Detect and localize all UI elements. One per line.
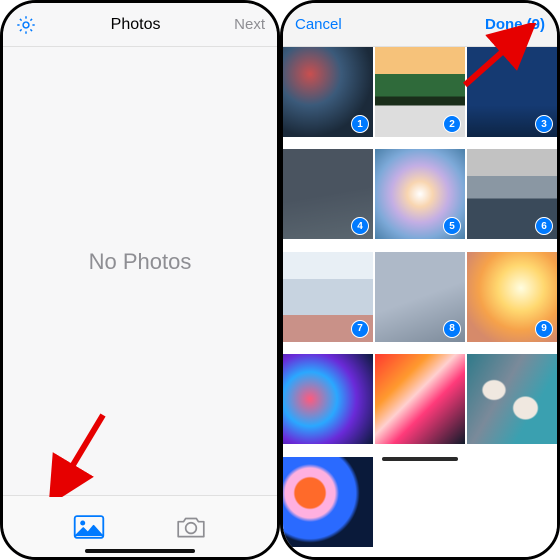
photo-library-icon[interactable] [72,513,106,541]
photo-grid[interactable]: 1 2 3 4 5 6 7 8 9 [283,47,557,557]
phone-left: Photos Next No Photos [0,0,280,560]
nav-title: Photos [111,16,161,34]
done-button[interactable]: Done (9) [485,16,545,33]
photo-thumbnail[interactable] [283,457,373,547]
selection-badge: 2 [443,115,461,133]
photo-thumbnail[interactable] [375,457,465,547]
photo-thumbnail[interactable]: 5 [375,149,465,239]
selection-badge: 7 [351,320,369,338]
navbar: Photos Next [3,3,277,47]
photo-thumbnail[interactable]: 3 [467,47,557,137]
selection-badge: 1 [351,115,369,133]
tab-bar [3,495,277,557]
selection-badge: 3 [535,115,553,133]
picker-navbar: Cancel Done (9) [283,3,557,47]
home-indicator[interactable] [85,549,195,553]
screenshot-root: Photos Next No Photos [0,0,560,560]
empty-state: No Photos [3,47,277,477]
photo-thumbnail[interactable] [283,354,373,444]
photo-thumbnail[interactable]: 6 [467,149,557,239]
cancel-button[interactable]: Cancel [295,16,342,33]
photo-thumbnail[interactable]: 4 [283,149,373,239]
gear-icon[interactable] [15,14,37,36]
photo-thumbnail[interactable] [467,457,557,547]
selection-badge: 8 [443,320,461,338]
selection-badge: 9 [535,320,553,338]
camera-icon[interactable] [174,513,208,541]
phone-right: Cancel Done (9) 1 2 3 4 5 6 7 8 9 [280,0,560,560]
photo-thumbnail[interactable] [375,354,465,444]
empty-text: No Photos [89,249,192,275]
photo-thumbnail[interactable]: 2 [375,47,465,137]
photo-thumbnail[interactable]: 7 [283,252,373,342]
photo-thumbnail[interactable]: 8 [375,252,465,342]
next-button[interactable]: Next [234,16,265,33]
photo-thumbnail[interactable]: 9 [467,252,557,342]
photo-thumbnail[interactable] [467,354,557,444]
photo-thumbnail[interactable]: 1 [283,47,373,137]
